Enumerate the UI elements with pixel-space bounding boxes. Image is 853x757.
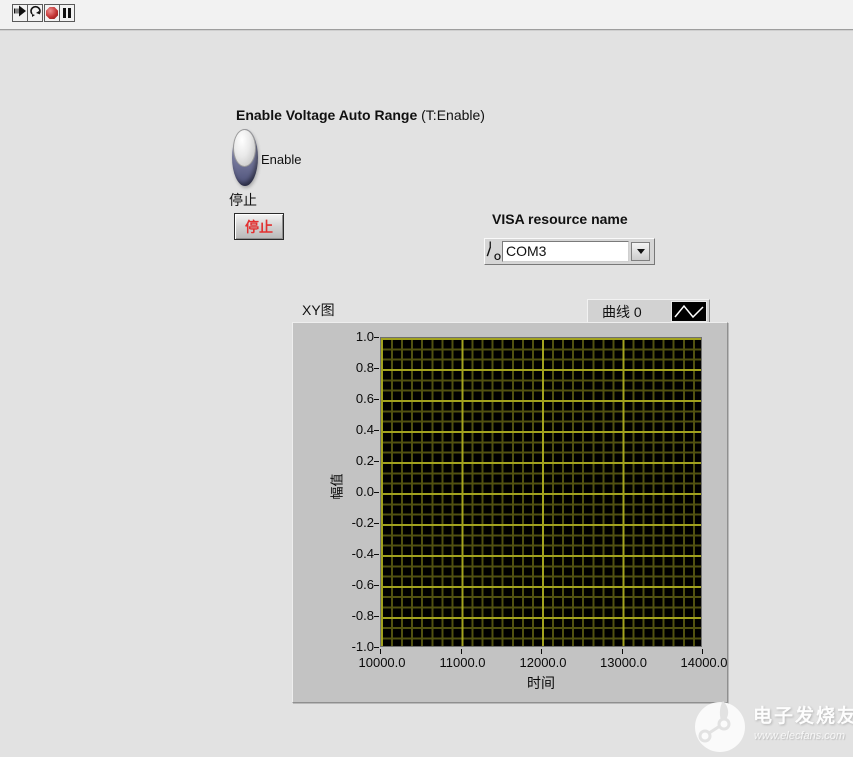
toggle-knob[interactable] <box>233 129 256 167</box>
elecfans-watermark: 电子发烧友 www.elecfans.com <box>693 697 853 757</box>
pause-icon <box>63 8 71 18</box>
chevron-down-icon <box>636 249 645 254</box>
y-tick-mark <box>374 430 379 431</box>
xy-graph: 幅值 时间 1.0 0.8 0.6 0.4 0.2 0.0 -0.2 -0.4 -0.6 -0.8… <box>292 322 728 703</box>
y-tick-label: -0.8 <box>351 608 374 623</box>
stop-caption: 停止 <box>229 192 257 208</box>
toggle-state-label: Enable <box>261 152 302 167</box>
y-tick-mark <box>374 461 379 462</box>
y-tick-label: 0.6 <box>355 391 374 406</box>
legend-plot-name: 曲线 0 <box>602 303 642 320</box>
run-continuously-icon <box>29 4 42 22</box>
y-tick-label: 0.0 <box>355 484 374 499</box>
x-axis-label: 时间 <box>527 675 555 691</box>
x-tick-mark <box>460 649 462 654</box>
auto-range-label: Enable Voltage Auto Range (T:Enable) <box>236 107 485 123</box>
stop-button[interactable]: 停止 <box>234 213 284 240</box>
x-tick-label: 10000.0 <box>358 655 406 670</box>
elecfans-logo-icon <box>693 701 749 757</box>
x-tick-label: 12000.0 <box>519 655 567 670</box>
io-icon: I / O <box>486 240 502 262</box>
x-tick-mark <box>541 649 542 654</box>
y-tick-label: 0.4 <box>355 422 374 437</box>
abort-icon <box>46 7 58 19</box>
toolbar <box>0 0 853 30</box>
visa-resource-label: VISA resource name <box>492 211 628 227</box>
run-button[interactable] <box>12 4 28 22</box>
y-tick-label: -1.0 <box>351 639 374 654</box>
y-tick-label: 0.8 <box>355 360 374 375</box>
x-tick-label: 11000.0 <box>439 655 486 670</box>
y-tick-mark <box>374 337 379 338</box>
y-tick-label: -0.6 <box>351 577 374 592</box>
watermark-url: www.elecfans.com <box>754 730 846 742</box>
plot-legend[interactable]: 曲线 0 <box>587 299 710 324</box>
x-tick-mark <box>702 649 703 654</box>
visa-resource-combo: I / O COM3 <box>484 238 655 265</box>
pause-button[interactable] <box>59 4 75 22</box>
abort-button[interactable] <box>44 4 60 22</box>
y-tick-mark <box>374 647 379 648</box>
visa-resource-value[interactable]: COM3 <box>502 241 629 262</box>
y-tick-mark <box>374 523 379 524</box>
plot-style-icon[interactable] <box>671 301 707 322</box>
y-tick-label: -0.2 <box>351 515 374 530</box>
x-tick-label: 13000.0 <box>600 655 647 670</box>
run-continuously-button[interactable] <box>27 4 43 22</box>
graph-title: XY图 <box>302 302 335 318</box>
y-tick-mark <box>374 585 379 586</box>
y-tick-mark <box>374 616 379 617</box>
enable-toggle-switch[interactable] <box>232 129 258 186</box>
y-tick-mark <box>374 368 379 369</box>
x-tick-mark <box>380 649 381 654</box>
y-tick-mark <box>374 554 379 555</box>
x-tick-mark <box>621 649 623 654</box>
y-tick-label: 1.0 <box>355 329 374 344</box>
y-tick-mark <box>374 399 379 400</box>
plot-area[interactable] <box>380 337 702 647</box>
x-tick-label: 14000.0 <box>680 655 728 670</box>
y-tick-label: -0.4 <box>351 546 374 561</box>
run-icon <box>13 4 27 22</box>
watermark-title: 电子发烧友 <box>753 706 853 727</box>
visa-dropdown-button[interactable] <box>631 242 650 261</box>
y-tick-label: 0.2 <box>355 453 374 468</box>
y-tick-mark <box>374 492 379 493</box>
